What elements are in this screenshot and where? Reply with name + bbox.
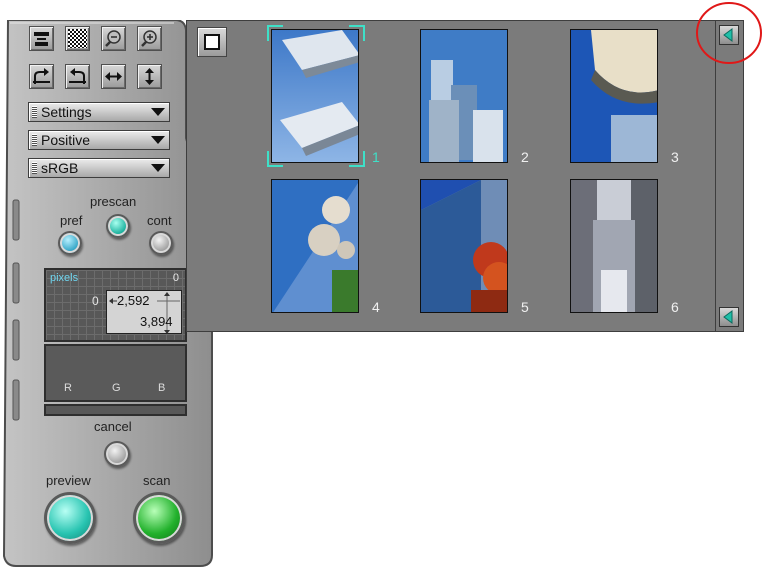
preview-button[interactable] xyxy=(44,492,96,544)
thumbnail-image-2 xyxy=(421,30,507,162)
left-offset-value: 0 xyxy=(92,294,99,308)
thumbnail-number-2: 2 xyxy=(521,149,529,165)
chevron-down-icon xyxy=(151,164,165,172)
flip-vertical-button[interactable] xyxy=(137,64,162,89)
square-icon xyxy=(204,34,220,50)
pref-button[interactable] xyxy=(58,231,82,255)
chevron-down-icon xyxy=(151,108,165,116)
settings-dropdown-value: Settings xyxy=(41,104,92,120)
rotate-left-button[interactable] xyxy=(65,64,90,89)
zoom-in-button[interactable] xyxy=(137,26,162,51)
rotate-right-icon xyxy=(33,68,50,84)
height-value: 3,894 xyxy=(140,314,173,329)
frame-icon xyxy=(34,32,49,46)
film-type-dropdown[interactable]: Positive xyxy=(28,130,170,150)
selection-corner xyxy=(349,151,365,167)
corner-value: 0 xyxy=(172,272,179,284)
horizontal-arrows-icon xyxy=(105,72,122,81)
thumbnail-image-3 xyxy=(571,30,657,162)
select-all-button[interactable] xyxy=(197,27,227,57)
scan-size-box: 2,592 3,894 xyxy=(106,290,182,334)
grip-icon xyxy=(32,134,37,146)
cancel-label: cancel xyxy=(94,419,132,434)
thumbnail-image-5 xyxy=(421,180,507,312)
rotate-right-button[interactable] xyxy=(29,64,54,89)
prescan-label: prescan xyxy=(90,194,137,209)
thumbnail-number-1: 1 xyxy=(372,149,380,165)
scanner-control-panel: Settings Positive sRGB prescan pref cont… xyxy=(0,20,213,568)
thumbnail-4[interactable] xyxy=(271,179,359,313)
rotate-left-icon xyxy=(69,68,86,84)
film-type-dropdown-value: Positive xyxy=(41,132,91,148)
zoom-in-icon xyxy=(141,30,157,47)
histogram-channel-g: G xyxy=(112,382,121,394)
thumbnail-number-3: 3 xyxy=(671,149,679,165)
grip-icon xyxy=(32,106,37,118)
width-value: 2,592 xyxy=(117,293,150,308)
thumbnail-image-1 xyxy=(272,30,358,162)
color-space-dropdown-value: sRGB xyxy=(41,160,79,176)
cont-button[interactable] xyxy=(149,231,173,255)
units-label: pixels xyxy=(50,272,79,284)
chevron-down-icon xyxy=(151,136,165,144)
thumbnail-1[interactable] xyxy=(271,29,359,163)
zoom-out-icon xyxy=(105,30,121,47)
thumbnail-image-4 xyxy=(272,180,358,312)
histogram-channel-r: R xyxy=(64,382,72,394)
thumbnail-5[interactable] xyxy=(420,179,508,313)
selection-corner xyxy=(267,151,283,167)
vertical-arrows-icon xyxy=(145,68,154,85)
scroll-down-button[interactable] xyxy=(719,307,739,327)
flip-horizontal-button[interactable] xyxy=(101,64,126,89)
thumbnail-3[interactable] xyxy=(570,29,658,163)
selection-corner xyxy=(349,25,365,41)
scan-label: scan xyxy=(143,473,171,488)
color-space-dropdown[interactable]: sRGB xyxy=(28,158,170,178)
prescan-button[interactable] xyxy=(106,214,130,238)
scan-size-info-area: pixels 0 0 2,592 3,894 xyxy=(44,268,187,342)
checkerboard-icon xyxy=(68,29,87,48)
thumbnail-number-5: 5 xyxy=(521,299,529,315)
settings-dropdown[interactable]: Settings xyxy=(28,102,170,122)
scan-button[interactable] xyxy=(133,492,185,544)
arrow-icon xyxy=(723,310,733,324)
grip-icon xyxy=(32,162,37,174)
annotation-circle xyxy=(696,2,762,64)
thumbnail-image-6 xyxy=(571,180,657,312)
thumbnail-number-6: 6 xyxy=(671,299,679,315)
preview-frame-tool-button[interactable] xyxy=(29,26,54,51)
thumbnail-number-4: 4 xyxy=(372,299,380,315)
selection-corner xyxy=(267,25,283,41)
zoom-out-button[interactable] xyxy=(101,26,126,51)
thumbnail-browser: 1 2 3 4 5 6 xyxy=(186,20,744,332)
pref-label: pref xyxy=(60,213,83,228)
thumbnail-6[interactable] xyxy=(570,179,658,313)
thumbnail-2[interactable] xyxy=(420,29,508,163)
cont-label: cont xyxy=(147,213,172,228)
histogram-channel-b: B xyxy=(158,382,166,394)
checker-tool-button[interactable] xyxy=(65,26,90,51)
preview-label: preview xyxy=(46,473,91,488)
progress-bar xyxy=(44,404,187,416)
cancel-button[interactable] xyxy=(104,441,130,467)
histogram-area: R G B xyxy=(44,344,187,402)
